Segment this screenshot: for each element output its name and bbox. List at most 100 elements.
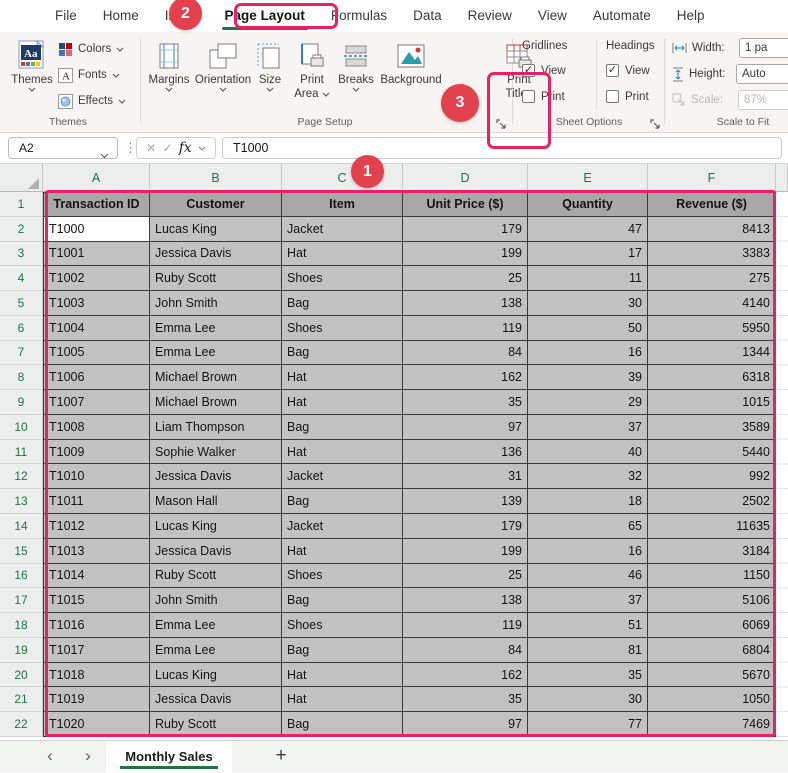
cell-D15[interactable]: 199 bbox=[403, 539, 528, 564]
field-input[interactable]: Auto bbox=[736, 64, 788, 84]
cell-C7[interactable]: Bag bbox=[282, 341, 403, 366]
row-number-13[interactable]: 13 bbox=[0, 489, 43, 514]
cell-D7[interactable]: 84 bbox=[403, 341, 528, 366]
cell-E6[interactable]: 50 bbox=[528, 316, 648, 341]
cell-C22[interactable]: Bag bbox=[282, 712, 403, 737]
cell-E16[interactable]: 46 bbox=[528, 564, 648, 589]
sheet-tab-monthly-sales[interactable]: Monthly Sales bbox=[106, 741, 232, 772]
row-number-7[interactable]: 7 bbox=[0, 341, 43, 366]
formula-input[interactable]: T1000 bbox=[222, 137, 782, 159]
select-all-corner[interactable] bbox=[0, 164, 43, 192]
cell-C2[interactable]: Jacket bbox=[282, 217, 403, 242]
cell-A13[interactable]: T1011 bbox=[43, 489, 150, 514]
cell-D20[interactable]: 162 bbox=[403, 663, 528, 688]
cell-B10[interactable]: Liam Thompson bbox=[150, 415, 282, 440]
colors-dropdown[interactable]: Colors bbox=[58, 38, 136, 60]
cell-C12[interactable]: Jacket bbox=[282, 464, 403, 489]
cell-A15[interactable]: T1013 bbox=[43, 539, 150, 564]
column-header-F[interactable]: F bbox=[648, 164, 776, 192]
cell-C13[interactable]: Bag bbox=[282, 489, 403, 514]
gridlines-print-checkbox[interactable]: Print bbox=[522, 90, 565, 103]
name-box[interactable]: A2 bbox=[8, 137, 118, 159]
enter-icon[interactable]: ✓ bbox=[163, 141, 173, 155]
page-setup-dialog-launcher-icon[interactable] bbox=[496, 116, 506, 134]
row-number-18[interactable]: 18 bbox=[0, 613, 43, 638]
cell-D16[interactable]: 25 bbox=[403, 564, 528, 589]
row-number-8[interactable]: 8 bbox=[0, 365, 43, 390]
cell-D17[interactable]: 138 bbox=[403, 588, 528, 613]
row-number-3[interactable]: 3 bbox=[0, 242, 43, 267]
cell-F20[interactable]: 5670 bbox=[648, 663, 776, 688]
cell-E2[interactable]: 47 bbox=[528, 217, 648, 242]
cell-D18[interactable]: 119 bbox=[403, 613, 528, 638]
cell-B11[interactable]: Sophie Walker bbox=[150, 440, 282, 465]
cell-F22[interactable]: 7469 bbox=[648, 712, 776, 737]
row-number-5[interactable]: 5 bbox=[0, 291, 43, 316]
field-input[interactable]: 87% bbox=[738, 90, 788, 110]
menu-tab-home[interactable]: Home bbox=[90, 0, 152, 32]
row-number-14[interactable]: 14 bbox=[0, 514, 43, 539]
cell-B8[interactable]: Michael Brown bbox=[150, 365, 282, 390]
cell-F13[interactable]: 2502 bbox=[648, 489, 776, 514]
cell-B9[interactable]: Michael Brown bbox=[150, 390, 282, 415]
cell-A16[interactable]: T1014 bbox=[43, 564, 150, 589]
cell-B16[interactable]: Ruby Scott bbox=[150, 564, 282, 589]
row-number-15[interactable]: 15 bbox=[0, 539, 43, 564]
cell-C4[interactable]: Shoes bbox=[282, 266, 403, 291]
cell-F17[interactable]: 5106 bbox=[648, 588, 776, 613]
cell-D14[interactable]: 179 bbox=[403, 514, 528, 539]
cell-A20[interactable]: T1018 bbox=[43, 663, 150, 688]
cell-F1[interactable]: Revenue ($) bbox=[648, 192, 776, 217]
cell-B19[interactable]: Emma Lee bbox=[150, 638, 282, 663]
cell-B4[interactable]: Ruby Scott bbox=[150, 266, 282, 291]
cell-A18[interactable]: T1016 bbox=[43, 613, 150, 638]
cell-F4[interactable]: 275 bbox=[648, 266, 776, 291]
cell-E7[interactable]: 16 bbox=[528, 341, 648, 366]
cell-A1[interactable]: Transaction ID bbox=[43, 192, 150, 217]
cell-C1[interactable]: Item bbox=[282, 192, 403, 217]
cell-F21[interactable]: 1050 bbox=[648, 687, 776, 712]
cell-A19[interactable]: T1017 bbox=[43, 638, 150, 663]
column-header-B[interactable]: B bbox=[150, 164, 282, 192]
cell-B12[interactable]: Jessica Davis bbox=[150, 464, 282, 489]
cell-A22[interactable]: T1020 bbox=[43, 712, 150, 737]
headings-view-checkbox[interactable]: ✓View bbox=[606, 64, 650, 77]
cell-C15[interactable]: Hat bbox=[282, 539, 403, 564]
size-button[interactable]: Size bbox=[252, 36, 288, 118]
column-header-D[interactable]: D bbox=[403, 164, 528, 192]
column-header-G[interactable] bbox=[776, 164, 788, 192]
cell-A17[interactable]: T1015 bbox=[43, 588, 150, 613]
menu-tab-help[interactable]: Help bbox=[664, 0, 718, 32]
cell-B13[interactable]: Mason Hall bbox=[150, 489, 282, 514]
cell-B21[interactable]: Jessica Davis bbox=[150, 687, 282, 712]
cell-C10[interactable]: Bag bbox=[282, 415, 403, 440]
cell-F19[interactable]: 6804 bbox=[648, 638, 776, 663]
menu-tab-data[interactable]: Data bbox=[400, 0, 455, 32]
gridlines-view-checkbox[interactable]: ✓View bbox=[522, 64, 566, 77]
cell-F7[interactable]: 1344 bbox=[648, 341, 776, 366]
orientation-button[interactable]: Orientation bbox=[194, 36, 252, 118]
row-number-17[interactable]: 17 bbox=[0, 588, 43, 613]
cell-D13[interactable]: 139 bbox=[403, 489, 528, 514]
cell-E11[interactable]: 40 bbox=[528, 440, 648, 465]
cell-C9[interactable]: Hat bbox=[282, 390, 403, 415]
cell-D3[interactable]: 199 bbox=[403, 242, 528, 267]
menu-tab-formulas[interactable]: Formulas bbox=[318, 0, 400, 32]
cell-E21[interactable]: 30 bbox=[528, 687, 648, 712]
cell-E5[interactable]: 30 bbox=[528, 291, 648, 316]
cell-F18[interactable]: 6069 bbox=[648, 613, 776, 638]
cell-F2[interactable]: 8413 bbox=[648, 217, 776, 242]
next-sheet-button[interactable]: › bbox=[78, 741, 98, 773]
cell-C8[interactable]: Hat bbox=[282, 365, 403, 390]
cell-E17[interactable]: 37 bbox=[528, 588, 648, 613]
cell-B17[interactable]: John Smith bbox=[150, 588, 282, 613]
column-header-A[interactable]: A bbox=[43, 164, 150, 192]
cell-A21[interactable]: T1019 bbox=[43, 687, 150, 712]
cell-E13[interactable]: 18 bbox=[528, 489, 648, 514]
cell-D1[interactable]: Unit Price ($) bbox=[403, 192, 528, 217]
row-number-9[interactable]: 9 bbox=[0, 390, 43, 415]
cell-A10[interactable]: T1008 bbox=[43, 415, 150, 440]
menu-tab-view[interactable]: View bbox=[525, 0, 580, 32]
cell-C16[interactable]: Shoes bbox=[282, 564, 403, 589]
cell-A7[interactable]: T1005 bbox=[43, 341, 150, 366]
